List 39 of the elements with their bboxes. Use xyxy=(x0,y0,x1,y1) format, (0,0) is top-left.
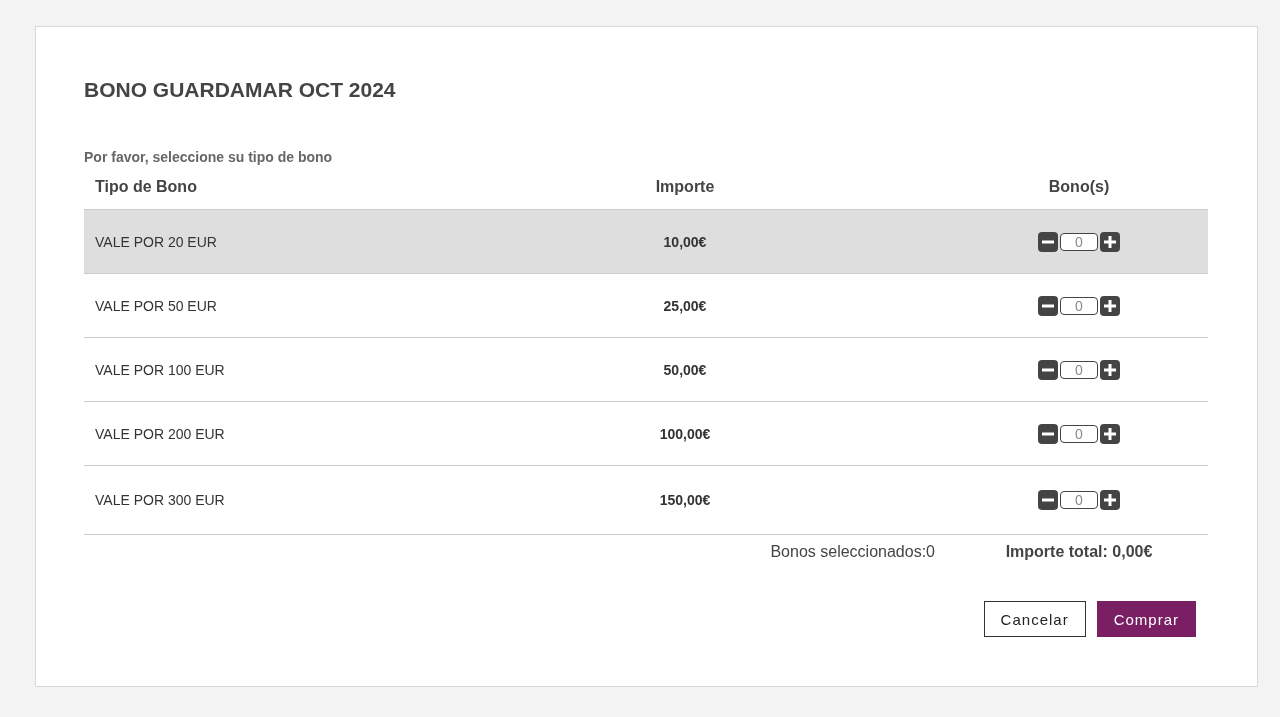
voucher-type: VALE POR 50 EUR xyxy=(95,297,217,314)
quantity-field[interactable]: 0 xyxy=(1060,424,1098,443)
voucher-amount: 10,00€ xyxy=(663,233,707,250)
plus-icon xyxy=(1104,235,1116,248)
quantity-field[interactable]: 0 xyxy=(1060,232,1098,251)
quantity-field[interactable]: 0 xyxy=(1060,360,1098,379)
quantity-field[interactable]: 0 xyxy=(1060,491,1098,509)
plus-icon xyxy=(1104,363,1116,376)
plus-icon xyxy=(1104,299,1116,312)
plus-icon xyxy=(1104,427,1116,440)
column-header: Importe xyxy=(655,178,715,196)
decrement-button[interactable] xyxy=(1038,490,1058,510)
increment-button[interactable] xyxy=(1100,295,1120,316)
dialog-title: BONO GUARDAMAR OCT 2024 xyxy=(84,77,396,103)
increment-button[interactable] xyxy=(1100,490,1120,510)
voucher-type: VALE POR 20 EUR xyxy=(95,233,217,250)
decrement-button[interactable] xyxy=(1038,359,1058,380)
voucher-amount: 100,00€ xyxy=(659,425,711,442)
voucher-amount: 150,00€ xyxy=(659,492,711,508)
total-amount: Importe total: 0,00€ xyxy=(1005,543,1153,561)
instruction-text: Por favor, seleccione su tipo de bono xyxy=(84,149,333,165)
column-header: Tipo de Bono xyxy=(95,178,197,196)
decrement-button[interactable] xyxy=(1038,231,1058,252)
voucher-amount: 50,00€ xyxy=(663,361,707,378)
voucher-amount: 25,00€ xyxy=(663,297,707,314)
increment-button[interactable] xyxy=(1100,231,1120,252)
cancel-button[interactable]: Cancelar xyxy=(983,601,1086,637)
column-header: Bono(s) xyxy=(1048,178,1110,196)
voucher-type: VALE POR 300 EUR xyxy=(95,492,225,508)
plus-icon xyxy=(1104,494,1116,506)
voucher-type: VALE POR 200 EUR xyxy=(95,425,225,442)
buy-button[interactable]: Comprar xyxy=(1096,601,1196,637)
decrement-button[interactable] xyxy=(1038,295,1058,316)
quantity-field[interactable]: 0 xyxy=(1060,296,1098,315)
voucher-type: VALE POR 100 EUR xyxy=(95,361,225,378)
selected-count: Bonos seleccionados:0 xyxy=(770,543,935,561)
increment-button[interactable] xyxy=(1100,423,1120,444)
decrement-button[interactable] xyxy=(1038,423,1058,444)
increment-button[interactable] xyxy=(1100,359,1120,380)
